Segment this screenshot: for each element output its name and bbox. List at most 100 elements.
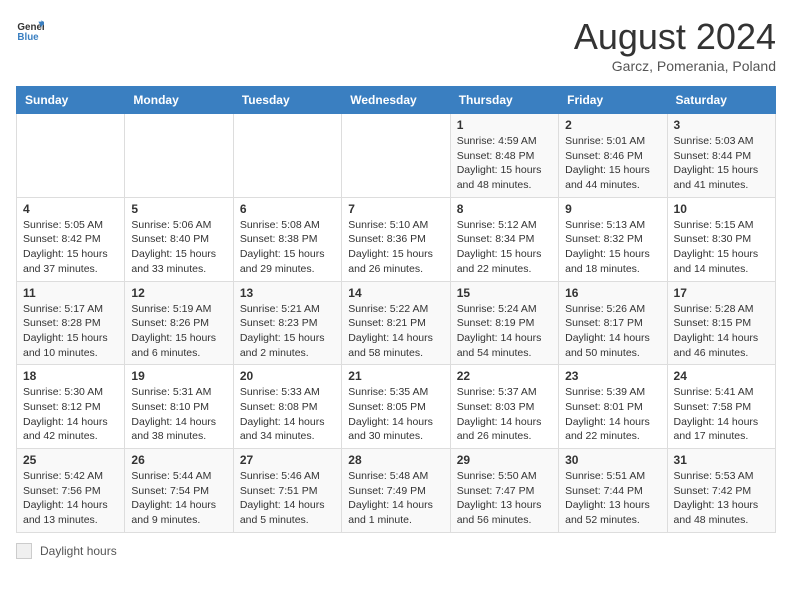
day-number: 1 [457, 118, 552, 132]
calendar-table: SundayMondayTuesdayWednesdayThursdayFrid… [16, 86, 776, 533]
day-info: Sunrise: 5:53 AMSunset: 7:42 PMDaylight:… [674, 469, 769, 528]
calendar-cell: 10Sunrise: 5:15 AMSunset: 8:30 PMDayligh… [667, 197, 775, 281]
day-number: 2 [565, 118, 660, 132]
calendar-cell [125, 114, 233, 198]
day-info: Sunrise: 4:59 AMSunset: 8:48 PMDaylight:… [457, 134, 552, 193]
day-number: 25 [23, 453, 118, 467]
calendar-cell: 23 Sunrise: 5:39 AMSunset: 8:01 PMDayligh… [559, 365, 667, 449]
calendar-cell: 6 Sunrise: 5:08 AMSunset: 8:38 PMDaylight… [233, 197, 341, 281]
calendar-cell [17, 114, 125, 198]
calendar-cell: 25 Sunrise: 5:42 AMSunset: 7:56 PMDayligh… [17, 449, 125, 533]
day-info: Sunrise: 5:24 AMSunset: 8:19 PMDaylight:… [457, 302, 552, 361]
day-info: Sunrise: 5:05 AMSunset: 8:42 PMDaylight:… [23, 218, 118, 277]
logo: General Blue [16, 16, 44, 44]
logo-icon: General Blue [16, 16, 44, 44]
day-number: 21 [348, 369, 443, 383]
calendar-cell: 21 Sunrise: 5:35 AMSunset: 8:05 PMDayligh… [342, 365, 450, 449]
calendar-week-5: 25 Sunrise: 5:42 AMSunset: 7:56 PMDayligh… [17, 449, 776, 533]
calendar-cell [233, 114, 341, 198]
calendar-cell: 8 Sunrise: 5:12 AMSunset: 8:34 PMDaylight… [450, 197, 558, 281]
day-number: 18 [23, 369, 118, 383]
calendar-cell: 15 Sunrise: 5:24 AMSunset: 8:19 PMDayligh… [450, 281, 558, 365]
day-info: Sunrise: 5:06 AMSunset: 8:40 PMDaylight:… [131, 218, 226, 277]
calendar-cell: 14 Sunrise: 5:22 AMSunset: 8:21 PMDayligh… [342, 281, 450, 365]
day-number: 4 [23, 202, 118, 216]
day-info: Sunrise: 5:17 AMSunset: 8:28 PMDaylight:… [23, 302, 118, 361]
day-number: 11 [23, 286, 118, 300]
day-info: Sunrise: 5:22 AMSunset: 8:21 PMDaylight:… [348, 302, 443, 361]
title-block: August 2024 Garcz, Pomerania, Poland [574, 16, 776, 74]
day-number: 14 [348, 286, 443, 300]
day-header-sunday: Sunday [17, 87, 125, 114]
day-header-friday: Friday [559, 87, 667, 114]
day-info: Sunrise: 5:21 AMSunset: 8:23 PMDaylight:… [240, 302, 335, 361]
calendar-cell: 24Sunrise: 5:41 AMSunset: 7:58 PMDayligh… [667, 365, 775, 449]
calendar-cell: 12 Sunrise: 5:19 AMSunset: 8:26 PMDayligh… [125, 281, 233, 365]
day-number: 20 [240, 369, 335, 383]
calendar-cell [342, 114, 450, 198]
day-info: Sunrise: 5:13 AMSunset: 8:32 PMDaylight:… [565, 218, 660, 277]
page-header: General Blue August 2024 Garcz, Pomerani… [16, 16, 776, 74]
calendar-cell: 29Sunrise: 5:50 AMSunset: 7:47 PMDayligh… [450, 449, 558, 533]
day-number: 27 [240, 453, 335, 467]
day-number: 23 [565, 369, 660, 383]
day-info: Sunrise: 5:35 AMSunset: 8:05 PMDaylight:… [348, 385, 443, 444]
day-info: Sunrise: 5:12 AMSunset: 8:34 PMDaylight:… [457, 218, 552, 277]
calendar-cell: 1 Sunrise: 4:59 AMSunset: 8:48 PMDaylight… [450, 114, 558, 198]
day-info: Sunrise: 5:10 AMSunset: 8:36 PMDaylight:… [348, 218, 443, 277]
location: Garcz, Pomerania, Poland [574, 58, 776, 74]
legend-label: Daylight hours [40, 544, 117, 558]
calendar-cell: 9Sunrise: 5:13 AMSunset: 8:32 PMDaylight… [559, 197, 667, 281]
day-info: Sunrise: 5:42 AMSunset: 7:56 PMDaylight:… [23, 469, 118, 528]
calendar-cell: 11 Sunrise: 5:17 AMSunset: 8:28 PMDayligh… [17, 281, 125, 365]
calendar-cell: 13 Sunrise: 5:21 AMSunset: 8:23 PMDayligh… [233, 281, 341, 365]
day-number: 16 [565, 286, 660, 300]
calendar-week-2: 4 Sunrise: 5:05 AMSunset: 8:42 PMDaylight… [17, 197, 776, 281]
day-number: 3 [674, 118, 769, 132]
calendar-cell: 30 Sunrise: 5:51 AMSunset: 7:44 PMDayligh… [559, 449, 667, 533]
calendar-cell: 5Sunrise: 5:06 AMSunset: 8:40 PMDaylight… [125, 197, 233, 281]
calendar-cell: 16Sunrise: 5:26 AMSunset: 8:17 PMDayligh… [559, 281, 667, 365]
day-info: Sunrise: 5:41 AMSunset: 7:58 PMDaylight:… [674, 385, 769, 444]
calendar-week-4: 18 Sunrise: 5:30 AMSunset: 8:12 PMDayligh… [17, 365, 776, 449]
day-info: Sunrise: 5:51 AMSunset: 7:44 PMDaylight:… [565, 469, 660, 528]
day-number: 6 [240, 202, 335, 216]
day-info: Sunrise: 5:28 AMSunset: 8:15 PMDaylight:… [674, 302, 769, 361]
day-number: 17 [674, 286, 769, 300]
day-info: Sunrise: 5:19 AMSunset: 8:26 PMDaylight:… [131, 302, 226, 361]
calendar-cell: 7 Sunrise: 5:10 AMSunset: 8:36 PMDaylight… [342, 197, 450, 281]
day-info: Sunrise: 5:46 AMSunset: 7:51 PMDaylight:… [240, 469, 335, 528]
calendar-cell: 18 Sunrise: 5:30 AMSunset: 8:12 PMDayligh… [17, 365, 125, 449]
day-header-tuesday: Tuesday [233, 87, 341, 114]
day-number: 26 [131, 453, 226, 467]
day-number: 7 [348, 202, 443, 216]
day-number: 30 [565, 453, 660, 467]
day-header-monday: Monday [125, 87, 233, 114]
day-number: 8 [457, 202, 552, 216]
day-info: Sunrise: 5:30 AMSunset: 8:12 PMDaylight:… [23, 385, 118, 444]
day-header-wednesday: Wednesday [342, 87, 450, 114]
calendar-cell: 4 Sunrise: 5:05 AMSunset: 8:42 PMDaylight… [17, 197, 125, 281]
legend: Daylight hours [16, 543, 776, 559]
calendar-cell: 26Sunrise: 5:44 AMSunset: 7:54 PMDayligh… [125, 449, 233, 533]
day-header-saturday: Saturday [667, 87, 775, 114]
day-number: 10 [674, 202, 769, 216]
day-info: Sunrise: 5:33 AMSunset: 8:08 PMDaylight:… [240, 385, 335, 444]
day-info: Sunrise: 5:08 AMSunset: 8:38 PMDaylight:… [240, 218, 335, 277]
day-info: Sunrise: 5:37 AMSunset: 8:03 PMDaylight:… [457, 385, 552, 444]
day-number: 31 [674, 453, 769, 467]
calendar-cell: 17 Sunrise: 5:28 AMSunset: 8:15 PMDayligh… [667, 281, 775, 365]
day-number: 12 [131, 286, 226, 300]
calendar-cell: 31 Sunrise: 5:53 AMSunset: 7:42 PMDayligh… [667, 449, 775, 533]
day-number: 15 [457, 286, 552, 300]
day-info: Sunrise: 5:50 AMSunset: 7:47 PMDaylight:… [457, 469, 552, 528]
calendar-cell: 19Sunrise: 5:31 AMSunset: 8:10 PMDayligh… [125, 365, 233, 449]
calendar-cell: 2Sunrise: 5:01 AMSunset: 8:46 PMDaylight… [559, 114, 667, 198]
day-info: Sunrise: 5:31 AMSunset: 8:10 PMDaylight:… [131, 385, 226, 444]
day-info: Sunrise: 5:48 AMSunset: 7:49 PMDaylight:… [348, 469, 443, 528]
day-number: 13 [240, 286, 335, 300]
calendar-cell: 22Sunrise: 5:37 AMSunset: 8:03 PMDayligh… [450, 365, 558, 449]
legend-box [16, 543, 32, 559]
day-info: Sunrise: 5:39 AMSunset: 8:01 PMDaylight:… [565, 385, 660, 444]
svg-text:Blue: Blue [17, 32, 39, 43]
